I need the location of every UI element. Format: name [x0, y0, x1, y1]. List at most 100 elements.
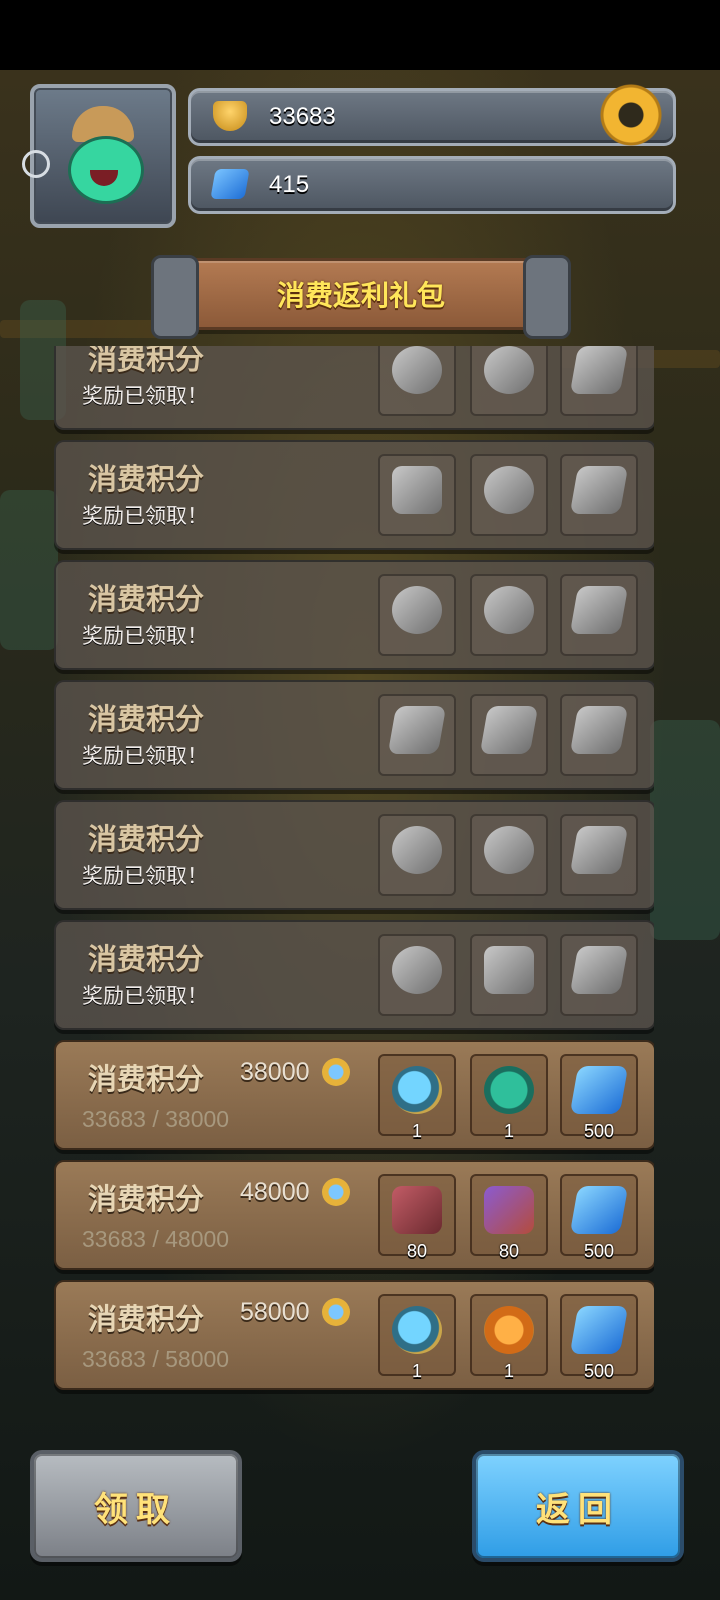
background-jar: [0, 490, 58, 650]
gear-icon[interactable]: [600, 84, 662, 146]
reward-slot[interactable]: 80: [378, 1174, 456, 1261]
reward-slot: [560, 346, 638, 416]
gem-icon: [569, 1306, 629, 1354]
reward-row-claimed: 消费积分 奖励已领取！: [54, 346, 654, 430]
reward-title: 消费积分: [88, 462, 205, 496]
crest-icon: [484, 346, 534, 394]
reward-title: 消费积分: [88, 1302, 205, 1336]
gem-icon: [569, 346, 629, 394]
reward-slot[interactable]: 1: [378, 1294, 456, 1381]
hero-icon: [392, 1066, 442, 1114]
coin-gem-icon: [322, 1058, 350, 1086]
reward-slot: [378, 694, 456, 776]
reward-progress: 33683 / 38000: [82, 1106, 230, 1132]
reward-slot: [560, 814, 638, 896]
gem-bar: 415: [188, 156, 676, 214]
reward-slot: [560, 574, 638, 656]
fire-icon: [484, 1306, 534, 1354]
reward-list[interactable]: 消费积分 奖励已领取！ 消费积分 奖励已领取！ 消费积分 奖励已领取！ 消费积分…: [54, 346, 654, 1396]
reward-slot[interactable]: 500: [560, 1054, 638, 1141]
hero-icon: [392, 586, 442, 634]
claim-button[interactable]: 领取: [30, 1450, 242, 1562]
book-icon: [484, 1186, 534, 1234]
gem-icon: [569, 1066, 629, 1114]
gem-icon: [569, 946, 629, 994]
gem-icon: [210, 169, 250, 199]
reward-qty: 1: [503, 1361, 514, 1381]
reward-slot[interactable]: 1: [470, 1054, 548, 1141]
reward-title: 消费积分: [88, 822, 205, 856]
hero-icon: [392, 346, 442, 394]
hero-icon: [484, 466, 534, 514]
background-jar: [650, 720, 720, 940]
reward-row-claimed: 消费积分 奖励已领取！: [54, 440, 654, 550]
reward-slot: [378, 934, 456, 1016]
magnifier-icon: [22, 150, 50, 178]
reward-slot: [470, 346, 548, 416]
reward-slot: [378, 454, 456, 536]
reward-slot: [378, 574, 456, 656]
gem-icon: [569, 1186, 629, 1234]
book-icon: [392, 466, 442, 514]
gem-icon: [569, 586, 629, 634]
reward-slot: [378, 814, 456, 896]
reward-slot[interactable]: 500: [560, 1294, 638, 1381]
reward-slot: [470, 574, 548, 656]
player-avatar[interactable]: [22, 84, 176, 228]
gem-icon: [569, 826, 629, 874]
reward-slot: [378, 346, 456, 416]
gem-icon: [569, 466, 629, 514]
reward-title: 消费积分: [88, 1062, 205, 1096]
reward-status: 奖励已领取！: [82, 624, 208, 648]
back-button-label: 返回: [536, 1490, 620, 1530]
reward-qty: 1: [411, 1121, 422, 1141]
reward-row-claimed: 消费积分 奖励已领取！: [54, 560, 654, 670]
reward-qty: 500: [583, 1361, 615, 1381]
coin-gem-icon: [322, 1178, 350, 1206]
gem-icon: [479, 706, 539, 754]
reward-slot: [560, 454, 638, 536]
reward-title: 消费积分: [88, 702, 205, 736]
bag-icon: [484, 946, 534, 994]
gem-icon: [569, 706, 629, 754]
reward-row-claimed: 消费积分 奖励已领取！: [54, 800, 654, 910]
bag-icon: [392, 1186, 442, 1234]
reward-row-claimed: 消费积分 奖励已领取！: [54, 920, 654, 1030]
crest-icon: [484, 1066, 534, 1114]
reward-requirement: 48000: [240, 1178, 310, 1206]
gem-value: 415: [269, 171, 310, 198]
fire-icon: [484, 826, 534, 874]
reward-title: 消费积分: [88, 1182, 205, 1216]
trophy-value: 33683: [269, 103, 336, 130]
reward-qty: 80: [406, 1241, 428, 1261]
reward-slot: [470, 454, 548, 536]
reward-status: 奖励已领取！: [82, 504, 208, 528]
back-button[interactable]: 返回: [472, 1450, 684, 1562]
banner-title: 消费返利礼包: [276, 279, 445, 312]
reward-slot[interactable]: 1: [378, 1054, 456, 1141]
reward-status: 奖励已领取！: [82, 744, 208, 768]
gem-icon: [387, 706, 447, 754]
reward-qty: 500: [583, 1241, 615, 1261]
reward-title: 消费积分: [88, 346, 205, 376]
hero-icon: [392, 946, 442, 994]
reward-progress: 33683 / 58000: [82, 1346, 230, 1372]
reward-slot[interactable]: 1: [470, 1294, 548, 1381]
reward-slot: [470, 814, 548, 896]
reward-status: 奖励已领取！: [82, 984, 208, 1008]
reward-slot[interactable]: 80: [470, 1174, 548, 1261]
reward-status: 奖励已领取！: [82, 384, 208, 408]
reward-slot: [470, 934, 548, 1016]
reward-qty: 80: [498, 1241, 520, 1261]
reward-slot[interactable]: 500: [560, 1174, 638, 1261]
reward-row-active[interactable]: 消费积分 38000 33683 / 38000 1 1 500: [54, 1040, 654, 1150]
reward-slot: [560, 934, 638, 1016]
reward-row-claimed: 消费积分 奖励已领取！: [54, 680, 654, 790]
hero-icon: [392, 826, 442, 874]
reward-row-active[interactable]: 消费积分 48000 33683 / 48000 80 80 500: [54, 1160, 654, 1270]
claim-button-label: 领取: [94, 1490, 178, 1530]
reward-title: 消费积分: [88, 942, 205, 976]
title-banner: 消费返利礼包: [151, 255, 571, 339]
reward-row-active[interactable]: 消费积分 58000 33683 / 58000 1 1 500: [54, 1280, 654, 1390]
reward-slot: [560, 694, 638, 776]
